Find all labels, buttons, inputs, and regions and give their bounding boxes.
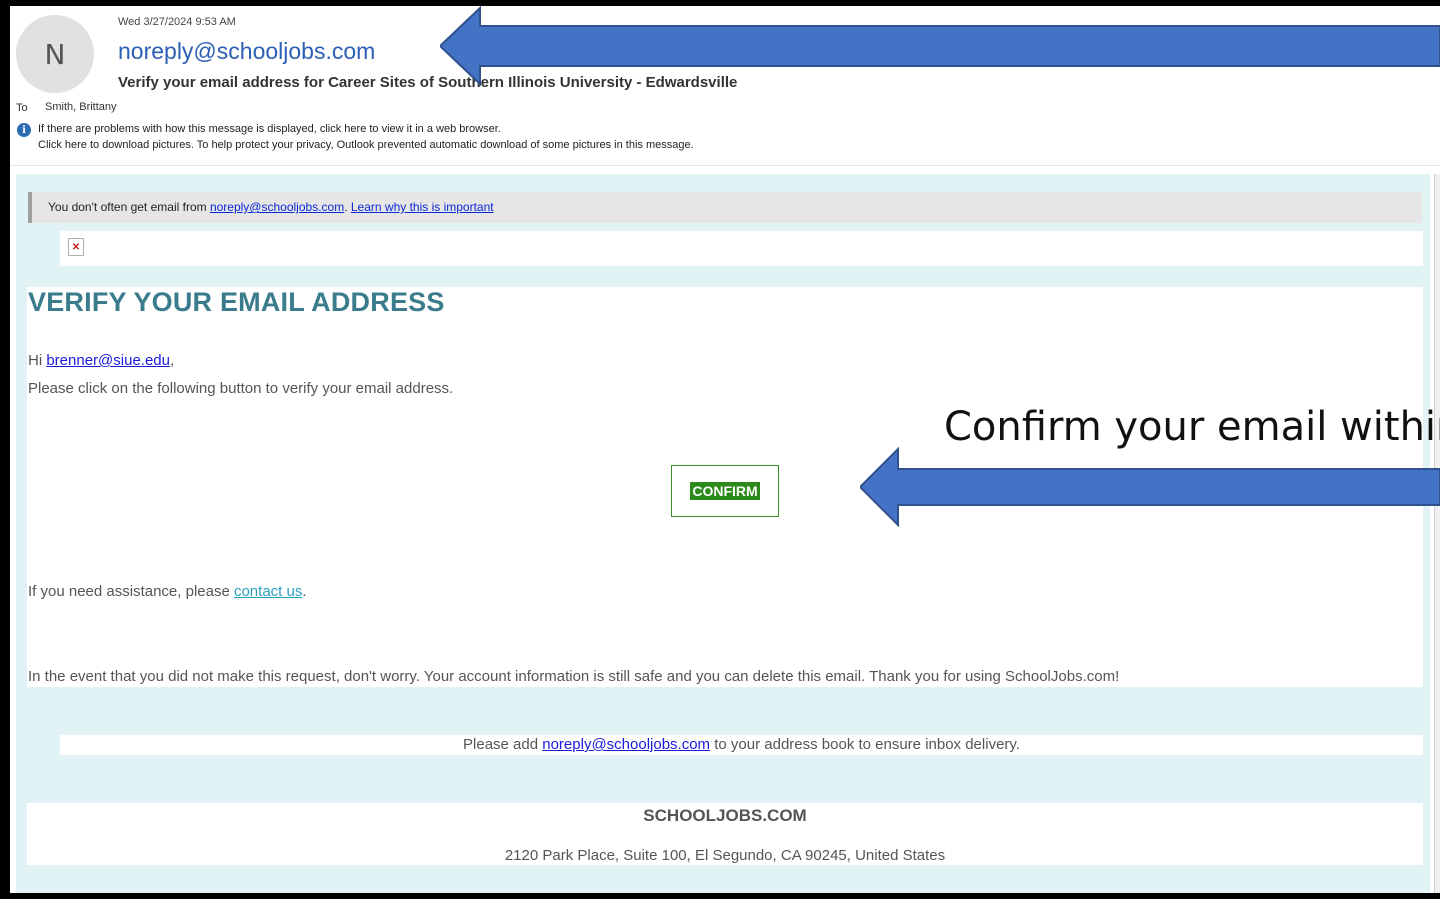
greeting-text: Hi [28, 352, 47, 369]
vertical-scrollbar[interactable] [1434, 174, 1440, 893]
annotation-arrow-top-icon [440, 6, 1440, 86]
to-label: To [16, 102, 28, 114]
message-date: Wed 3/27/2024 9:53 AM [118, 16, 236, 28]
address-book-text: Please add noreply@schooljobs.com to you… [60, 736, 1423, 753]
sender-address[interactable]: noreply@schooljobs.com [118, 38, 375, 65]
greeting-comma: , [169, 352, 175, 369]
avatar-initial: N [44, 37, 66, 71]
footer-brand: SCHOOLJOBS.COM [643, 806, 807, 825]
logo-row [60, 231, 1423, 266]
confirm-button-label[interactable]: CONFIRM [690, 482, 760, 500]
greeting: Hi brenner@siue.edu, [28, 352, 174, 369]
annotation-callout: Confirm your email within [944, 404, 1440, 450]
instruction-text: Please click on the following button to … [28, 380, 454, 397]
assistance-text: If you need assistance, please contact u… [28, 583, 307, 600]
noreply-email-link[interactable]: noreply@schooljobs.com [542, 736, 710, 753]
assist-prefix: If you need assistance, please [28, 583, 234, 600]
add-suffix: to your address book to ensure inbox del… [710, 736, 1020, 753]
email-window: N Wed 3/27/2024 9:53 AM noreply@schooljo… [10, 6, 1440, 893]
banner-dot: . [344, 200, 351, 214]
disclaimer-text: In the event that you did not make this … [28, 668, 1120, 685]
download-pictures-notice[interactable]: Click here to download pictures. To help… [38, 139, 694, 151]
assist-end: . [302, 583, 307, 600]
banner-sender-link[interactable]: noreply@schooljobs.com [210, 200, 344, 214]
external-sender-banner: You don't often get email from noreply@s… [28, 192, 1422, 223]
sender-avatar: N [16, 15, 94, 93]
info-icon: i [17, 123, 31, 137]
email-heading: VERIFY YOUR EMAIL ADDRESS [28, 287, 445, 317]
view-in-browser-notice[interactable]: If there are problems with how this mess… [38, 123, 501, 135]
confirm-button[interactable]: CONFIRM [671, 465, 779, 517]
footer-address: 2120 Park Place, Suite 100, El Segundo, … [504, 847, 946, 864]
banner-prefix: You don't often get email from [48, 200, 210, 214]
annotation-arrow-confirm-icon [860, 447, 1440, 527]
recipient-name[interactable]: Smith, Brittany [45, 101, 117, 113]
recipient-email-link[interactable]: brenner@siue.edu [46, 352, 170, 369]
header-divider [10, 165, 1440, 166]
learn-why-link[interactable]: Learn why this is important [351, 200, 494, 214]
contact-us-link[interactable]: contact us [234, 583, 302, 600]
broken-image-icon[interactable]: ✕ [68, 238, 84, 256]
add-prefix: Please add [463, 736, 543, 753]
